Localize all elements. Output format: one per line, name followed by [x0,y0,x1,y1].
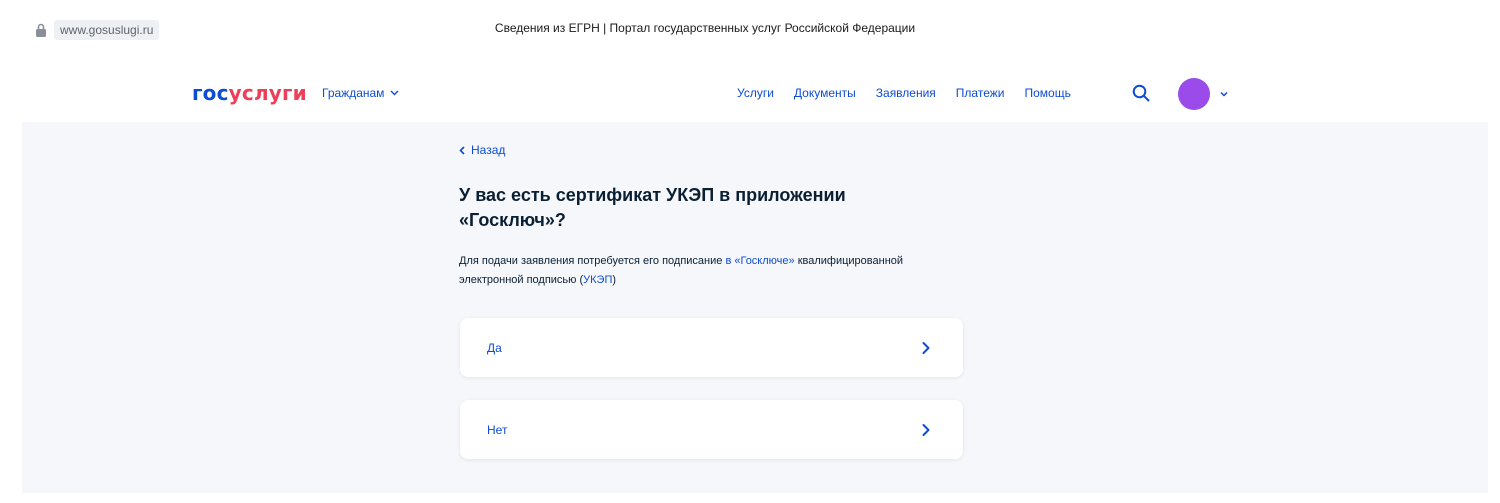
nav-item-documents[interactable]: Документы [794,86,856,100]
chevron-down-icon[interactable] [1218,89,1230,99]
chevron-left-icon [459,145,465,155]
option-label: Нет [487,422,508,437]
audience-label: Гражданам [322,86,385,100]
ukep-link[interactable]: УКЭП [583,274,612,286]
description-text: Для подачи заявления потребуется его под… [459,255,726,267]
chevron-right-icon [922,341,930,354]
option-no[interactable]: Нет [460,400,963,459]
gosuslugi-logo[interactable]: госуслуги [192,81,307,105]
back-link[interactable]: Назад [459,143,505,157]
search-icon[interactable] [1132,84,1150,102]
question-description: Для подачи заявления потребуется его под… [459,252,929,290]
main-nav: Услуги Документы Заявления Платежи Помощ… [737,86,1071,100]
nav-item-services[interactable]: Услуги [737,86,774,100]
site-header: госуслуги Гражданам Услуги Документы Зая… [0,58,1500,122]
nav-item-payments[interactable]: Платежи [956,86,1005,100]
browser-page-title: Сведения из ЕГРН | Портал государственны… [494,21,916,35]
logo-part-gos: гос [192,81,229,105]
option-yes[interactable]: Да [460,318,963,377]
back-label: Назад [471,143,506,157]
browser-title-bar: www.gosuslugi.ru Сведения из ЕГРН | Порт… [0,0,1500,58]
chevron-down-icon [390,90,399,96]
nav-item-applications[interactable]: Заявления [876,86,936,100]
goskey-link[interactable]: в «Госключе» [725,255,794,267]
user-avatar[interactable] [1178,78,1210,110]
description-text: ) [612,274,617,286]
question-title: У вас есть сертификат УКЭП в приложении … [459,185,846,230]
chevron-right-icon [922,423,930,436]
main-content: Назад У вас есть сертификат УКЭП в прило… [22,122,1488,493]
option-label: Да [487,340,502,355]
audience-selector[interactable]: Гражданам [322,86,399,100]
logo-part-uslugi: услуги [228,81,307,105]
nav-item-help[interactable]: Помощь [1024,86,1070,100]
